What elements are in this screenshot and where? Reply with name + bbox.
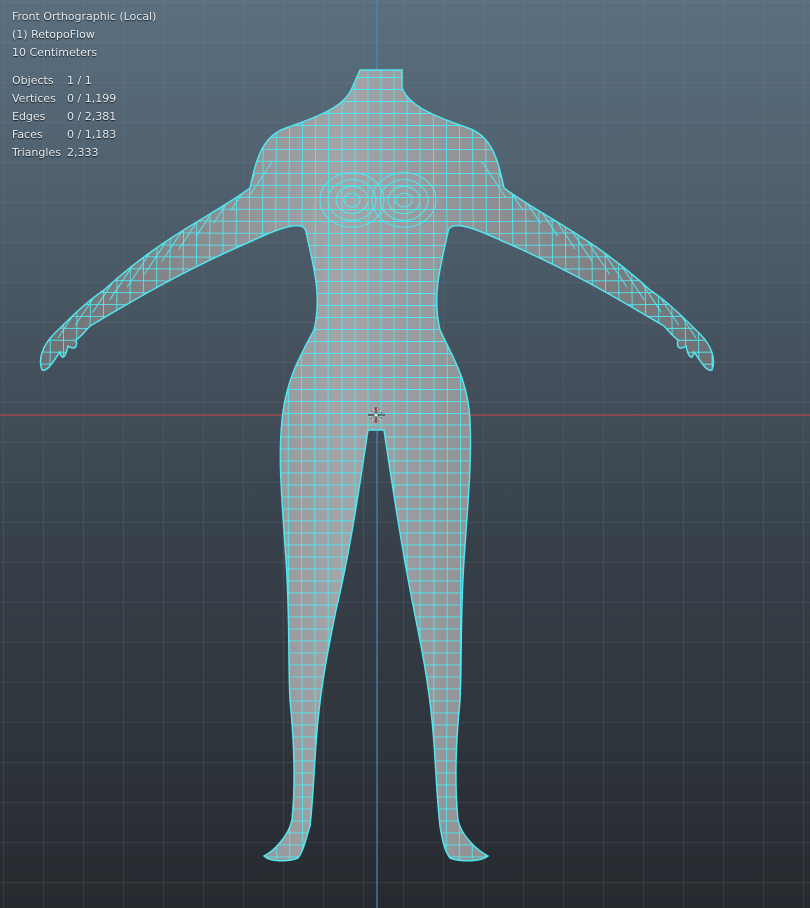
- mesh-edge-loop: [40, 675, 714, 678]
- mesh-edge-loop: [40, 843, 714, 846]
- stat-value: 0 / 2,381: [67, 110, 117, 123]
- mesh-edge-loop: [40, 471, 714, 474]
- mesh-edge-loop: [40, 723, 714, 726]
- mesh-edge-loop: [40, 567, 714, 570]
- mesh-edge-loop: [40, 459, 714, 462]
- mesh-edge-loop: [40, 639, 714, 642]
- mesh-edge-loop: [40, 831, 714, 834]
- mesh-edge-loop: [705, 70, 714, 861]
- mesh-edge-loop: [510, 70, 515, 861]
- mesh-edge-loop: [23, 60, 30, 880]
- mesh-edge-loop: [614, 70, 621, 861]
- mesh-edge-loop: [141, 70, 148, 861]
- mesh-edge-loop: [666, 70, 674, 861]
- stat-value: 0 / 1,199: [67, 92, 117, 105]
- mesh-edge-loop: [40, 615, 714, 618]
- mesh-edge-loop: [40, 747, 714, 750]
- mesh-edge-loop: [40, 591, 714, 594]
- grid-scale-label: 10 Centimeters: [12, 46, 98, 59]
- mesh-edge-loop: [40, 819, 714, 822]
- mesh-edge-loop: [640, 70, 647, 861]
- mesh-edge-loop: [732, 60, 739, 880]
- collection-object-label: (1) RetopoFlow: [12, 28, 95, 41]
- mesh-edge-loop: [40, 627, 714, 630]
- mesh-edge-loop: [40, 579, 714, 582]
- mesh-edge-loop: [536, 70, 541, 861]
- view-name-label: Front Orthographic (Local): [12, 10, 157, 23]
- 3d-viewport[interactable]: Front Orthographic (Local) (1) RetopoFlo…: [0, 0, 810, 908]
- mesh-edge-loop: [40, 447, 714, 450]
- mesh-edge-loop: [88, 70, 96, 861]
- stat-value: 2,333: [67, 146, 99, 159]
- mesh-edge-loop: [40, 555, 714, 558]
- mesh-edge-loop: [40, 543, 714, 546]
- mesh-edge-loop: [208, 70, 213, 861]
- mesh-edge-loop: [40, 603, 714, 606]
- stat-row-triangles: Triangles 2,333: [12, 144, 156, 162]
- mesh-edge-loop: [40, 807, 714, 810]
- mesh-edge-loop: [562, 70, 568, 861]
- mesh-edge-loop: [523, 70, 528, 861]
- stat-label: Vertices: [12, 92, 56, 105]
- body-shape: [23, 60, 739, 880]
- mesh-edge-loop: [40, 663, 714, 666]
- mesh-edge-loop: [40, 699, 714, 702]
- mesh-edge-loop: [40, 711, 714, 714]
- mesh-edge-loop: [40, 70, 44, 861]
- mesh-edge-loop: [40, 687, 714, 690]
- mesh-edge-loop: [194, 70, 200, 861]
- mesh-edge-loop: [102, 70, 109, 861]
- mesh-edge-loop: [601, 70, 607, 861]
- stat-row-objects: Objects 1 / 1: [12, 72, 156, 90]
- stat-label: Edges: [12, 110, 46, 123]
- mesh-edge-loop: [549, 70, 554, 861]
- mesh-edge-loop: [155, 70, 161, 861]
- mesh-edge-loop: [75, 70, 83, 861]
- mesh-edge-loop: [679, 70, 687, 861]
- mesh-edge-loop: [40, 783, 714, 786]
- mesh-edge-loop: [128, 70, 135, 861]
- mesh-edge-loop: [62, 70, 70, 861]
- mesh-edge-loop: [40, 795, 714, 798]
- mesh-edge-loop: [653, 70, 660, 861]
- mesh-edge-loop: [40, 771, 714, 774]
- mesh-edge-loop: [40, 435, 714, 438]
- mesh-edge-loop: [40, 531, 714, 534]
- mesh-edge-loop: [40, 519, 714, 522]
- mesh-edge-loop: [40, 735, 714, 738]
- mesh-edge-loop: [40, 759, 714, 762]
- stat-row-faces: Faces 0 / 1,183: [12, 126, 156, 144]
- mesh-edge-loop: [40, 651, 714, 654]
- mesh-edge-loop: [115, 70, 122, 861]
- mesh-edge-loop: [719, 60, 726, 880]
- mesh-edge-loop: [575, 70, 581, 861]
- stat-label: Triangles: [12, 146, 61, 159]
- mesh-edge-loop: [40, 855, 714, 858]
- mesh-edge-loop: [588, 70, 594, 861]
- mesh-edge-loop: [40, 483, 714, 486]
- mesh-edge-loop: [234, 70, 239, 861]
- viewport-info-overlay: Front Orthographic (Local) (1) RetopoFlo…: [12, 8, 156, 162]
- mesh-edge-loop: [40, 507, 714, 510]
- stat-value: 0 / 1,183: [67, 128, 117, 141]
- mesh-edge-loop: [181, 70, 187, 861]
- mesh-edge-loop: [40, 495, 714, 498]
- mesh-edge-loop: [692, 70, 700, 861]
- stat-label: Faces: [12, 128, 43, 141]
- stat-label: Objects: [12, 74, 54, 87]
- mesh-edge-loop: [627, 70, 634, 861]
- mesh-edge-loop: [49, 70, 57, 861]
- statistics-panel: Objects 1 / 1 Vertices 0 / 1,199 Edges 0…: [12, 72, 156, 162]
- stat-row-vertices: Vertices 0 / 1,199: [12, 90, 156, 108]
- stat-value: 1 / 1: [67, 74, 92, 87]
- mesh-edge-loop: [221, 70, 226, 861]
- stat-row-edges: Edges 0 / 2,381: [12, 108, 156, 126]
- mesh-edge-loop: [168, 70, 174, 861]
